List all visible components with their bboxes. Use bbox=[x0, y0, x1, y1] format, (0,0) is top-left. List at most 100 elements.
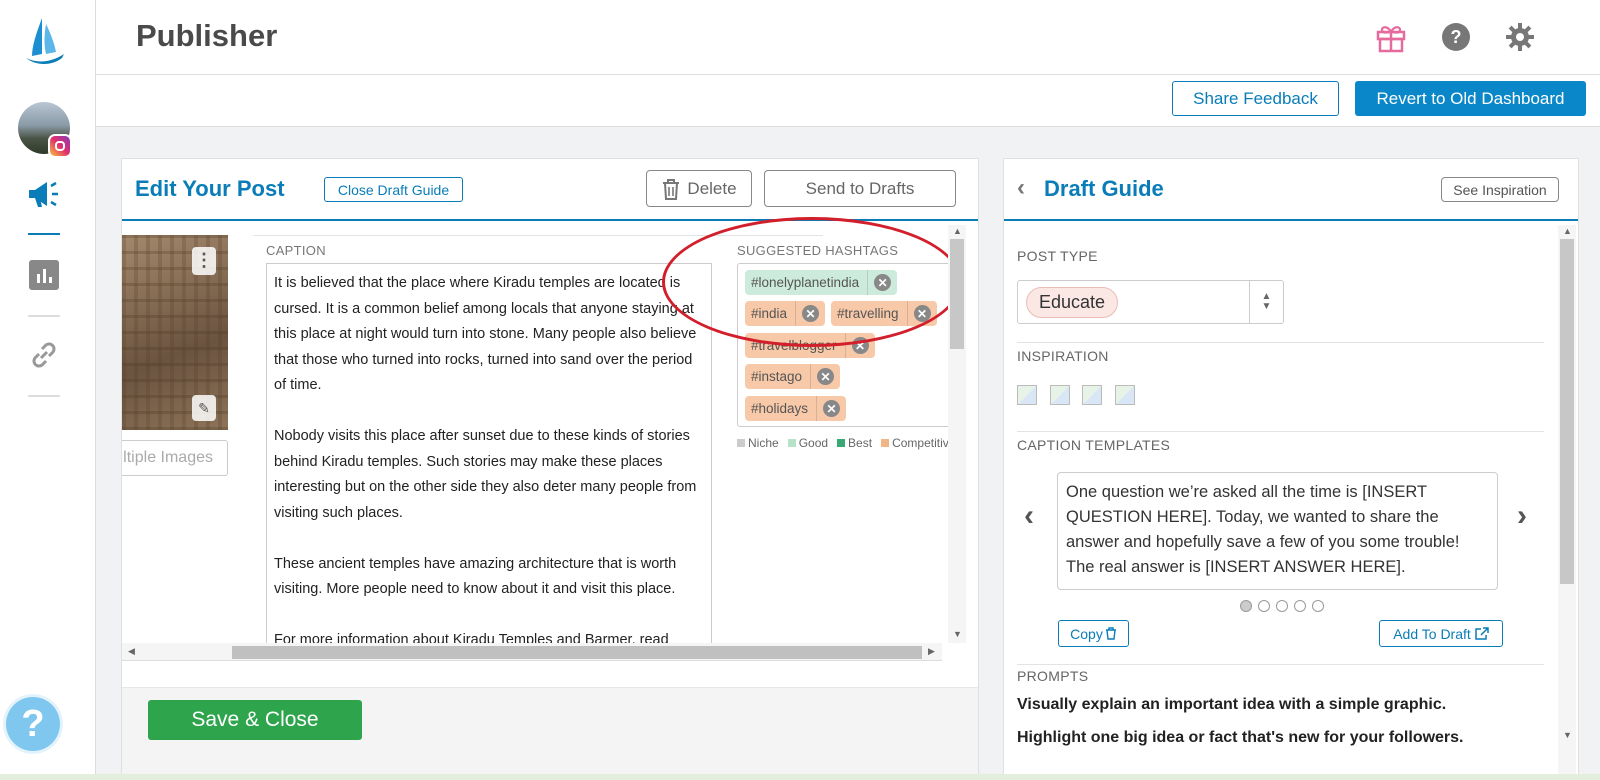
action-bar: Share Feedback Revert to Old Dashboard bbox=[96, 75, 1600, 127]
page-title: Publisher bbox=[136, 18, 278, 53]
remove-hashtag-icon[interactable]: ✕ bbox=[810, 364, 840, 389]
hashtag-legend: Niche Good Best Competitive bbox=[737, 436, 955, 450]
logo-sail-icon[interactable] bbox=[22, 16, 66, 64]
post-type-value: Educate bbox=[1026, 287, 1119, 318]
caption-templates-label: CAPTION TEMPLATES bbox=[1017, 437, 1171, 453]
caption-paragraph: Nobody visits this place after sunset du… bbox=[274, 428, 697, 521]
post-type-select[interactable]: Educate ▲ ▼ bbox=[1017, 280, 1284, 324]
carousel-dot[interactable] bbox=[1294, 600, 1306, 612]
gift-icon[interactable] bbox=[1374, 20, 1408, 54]
svg-text:?: ? bbox=[1451, 27, 1462, 47]
help-icon[interactable]: ? bbox=[1439, 20, 1473, 54]
hashtag-text: #holidays bbox=[751, 401, 809, 416]
nav-divider bbox=[28, 233, 60, 235]
magic-wand-icon[interactable]: ✎ bbox=[192, 395, 216, 421]
add-to-draft-button[interactable]: Add To Draft bbox=[1379, 620, 1503, 647]
legend-label: Good bbox=[798, 436, 829, 450]
multiple-images-button[interactable]: Multiple Images bbox=[122, 440, 228, 476]
image-options-icon[interactable]: ⋮ bbox=[192, 247, 216, 275]
caption-template-text: One question we’re asked all the time is… bbox=[1057, 472, 1498, 590]
edit-post-panel: Edit Your Post Close Draft Guide Delete … bbox=[121, 158, 979, 780]
carousel-dot[interactable] bbox=[1276, 600, 1288, 612]
draft-guide-title: Draft Guide bbox=[1044, 176, 1164, 201]
share-feedback-button[interactable]: Share Feedback bbox=[1172, 81, 1339, 116]
prompt-item: Visually explain an important idea with … bbox=[1017, 696, 1447, 713]
horizontal-scrollbar[interactable]: ◀ ▶ bbox=[122, 643, 942, 661]
nav-divider bbox=[28, 315, 60, 317]
inspiration-image[interactable] bbox=[1017, 385, 1037, 405]
close-draft-guide-button[interactable]: Close Draft Guide bbox=[324, 177, 463, 202]
remove-hashtag-icon[interactable]: ✕ bbox=[816, 396, 846, 421]
carousel-dot[interactable] bbox=[1312, 600, 1324, 612]
inspiration-image[interactable] bbox=[1115, 385, 1135, 405]
scroll-up-icon[interactable]: ▲ bbox=[953, 226, 962, 236]
scrollbar-thumb[interactable] bbox=[232, 646, 922, 659]
inspiration-image[interactable] bbox=[1050, 385, 1070, 405]
legend-item: Best bbox=[837, 436, 872, 450]
delete-button[interactable]: Delete bbox=[646, 170, 752, 207]
legend-item: Good bbox=[787, 436, 829, 450]
post-type-label: POST TYPE bbox=[1017, 248, 1098, 264]
carousel-dots bbox=[1240, 600, 1324, 612]
chevron-left-icon[interactable]: ‹ bbox=[1024, 499, 1034, 533]
scroll-left-icon[interactable]: ◀ bbox=[128, 646, 135, 657]
carousel-dot[interactable] bbox=[1240, 600, 1252, 612]
revert-dashboard-button[interactable]: Revert to Old Dashboard bbox=[1355, 81, 1586, 116]
carousel-dot[interactable] bbox=[1258, 600, 1270, 612]
scroll-right-icon[interactable]: ▶ bbox=[928, 646, 935, 657]
annotation-circle bbox=[662, 217, 962, 347]
trash-icon bbox=[1105, 627, 1116, 640]
scroll-down-icon[interactable]: ▼ bbox=[1563, 730, 1572, 740]
megaphone-icon[interactable] bbox=[26, 176, 62, 212]
draft-guide-header: ‹ Draft Guide See Inspiration bbox=[1004, 159, 1578, 221]
divider bbox=[1017, 664, 1544, 665]
inspiration-label: INSPIRATION bbox=[1017, 348, 1109, 364]
edit-post-title: Edit Your Post bbox=[135, 176, 285, 201]
vertical-scrollbar[interactable]: ▲ ▼ bbox=[1558, 225, 1576, 780]
copy-label: Copy bbox=[1070, 625, 1103, 642]
draft-guide-panel: ‹ Draft Guide See Inspiration POST TYPE … bbox=[1003, 158, 1579, 780]
save-close-button[interactable]: Save & Close bbox=[148, 700, 362, 740]
edit-footer: Save & Close bbox=[122, 687, 978, 780]
trash-icon bbox=[663, 178, 680, 200]
prompt-item: Highlight one big idea or fact that's ne… bbox=[1017, 729, 1464, 746]
chevron-left-icon[interactable]: ‹ bbox=[1017, 174, 1025, 202]
gear-icon[interactable] bbox=[1503, 20, 1537, 54]
select-arrows-icon[interactable]: ▲ ▼ bbox=[1249, 281, 1283, 323]
scrollbar-thumb[interactable] bbox=[950, 239, 964, 349]
caption-label: CAPTION bbox=[266, 243, 326, 258]
caption-paragraph: It is believed that the place where Kira… bbox=[274, 275, 697, 393]
legend-item: Niche bbox=[737, 436, 779, 450]
see-inspiration-button[interactable]: See Inspiration bbox=[1441, 177, 1559, 202]
divider bbox=[1017, 431, 1544, 432]
add-to-draft-label: Add To Draft bbox=[1393, 625, 1471, 642]
question-fab-icon[interactable]: ? bbox=[6, 697, 60, 751]
caption-paragraph: For more information about Kiradu Temple… bbox=[274, 632, 669, 643]
inspiration-image[interactable] bbox=[1082, 385, 1102, 405]
legend-label: Best bbox=[848, 436, 873, 450]
copy-button[interactable]: Copy bbox=[1058, 620, 1129, 647]
prompts-label: PROMPTS bbox=[1017, 668, 1089, 684]
hashtag-chip[interactable]: #holidays ✕ bbox=[745, 396, 847, 421]
analytics-icon[interactable] bbox=[26, 257, 62, 293]
delete-label: Delete bbox=[687, 178, 737, 198]
edit-post-header: Edit Your Post Close Draft Guide Delete … bbox=[122, 159, 978, 221]
scroll-down-icon[interactable]: ▼ bbox=[953, 629, 962, 639]
external-link-icon bbox=[1475, 627, 1489, 640]
nav-divider bbox=[28, 395, 60, 397]
send-to-drafts-button[interactable]: Send to Drafts bbox=[764, 170, 956, 207]
caption-paragraph: These ancient temples have amazing archi… bbox=[274, 555, 677, 598]
legend-label: Niche bbox=[748, 436, 779, 450]
link-icon[interactable] bbox=[26, 337, 62, 373]
top-header: Publisher ? bbox=[96, 0, 1600, 75]
hashtag-text: #instago bbox=[751, 369, 803, 384]
taskbar-strip bbox=[0, 774, 1600, 780]
instagram-icon bbox=[48, 134, 72, 158]
caption-textarea[interactable]: It is believed that the place where Kira… bbox=[266, 263, 712, 643]
divider bbox=[1017, 342, 1544, 343]
hashtag-chip[interactable]: #instago ✕ bbox=[745, 364, 841, 389]
scroll-up-icon[interactable]: ▲ bbox=[1563, 226, 1572, 236]
scrollbar-thumb[interactable] bbox=[1560, 239, 1574, 584]
chevron-right-icon[interactable]: › bbox=[1517, 499, 1527, 533]
vertical-scrollbar[interactable]: ▲ ▼ bbox=[948, 225, 966, 643]
